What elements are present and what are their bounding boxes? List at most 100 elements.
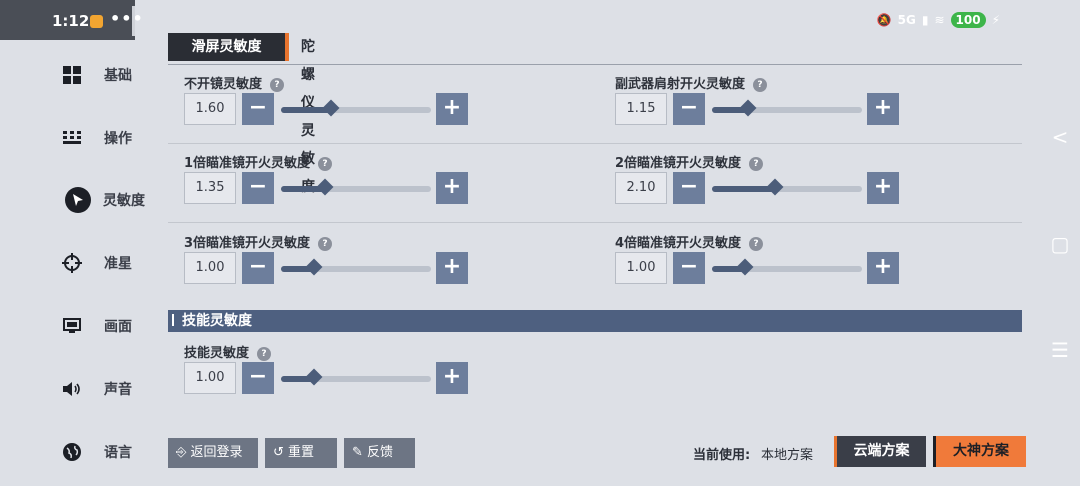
grid-icon — [60, 63, 84, 87]
value-box[interactable]: 1.00 — [615, 252, 667, 284]
increase-button[interactable]: + — [867, 93, 899, 125]
pencil-icon: ✎ — [352, 445, 363, 460]
current-scheme-value: 本地方案 — [761, 448, 814, 463]
increase-button[interactable]: + — [867, 172, 899, 204]
home-nav-icon[interactable]: ▢ — [1040, 232, 1080, 256]
increase-button[interactable]: + — [436, 172, 468, 204]
setting-label: 不开镜灵敏度 — [184, 77, 263, 92]
decrease-button[interactable]: − — [242, 93, 274, 125]
charging-icon: ⚡ — [991, 13, 1000, 27]
button-label: 反馈 — [367, 445, 394, 460]
tab-swipe-sensitivity[interactable]: 滑屏灵敏度 — [168, 33, 289, 61]
sidebar-item-display[interactable]: 画面 — [60, 306, 132, 346]
setting-2x-scope: 2倍瞄准镜开火灵敏度? 2.10 − + — [599, 152, 919, 212]
sidebar-item-basic[interactable]: 基础 — [60, 55, 132, 95]
sidebar-item-label: 操作 — [104, 131, 132, 147]
signal-icon: ▮ — [921, 13, 929, 27]
value-box[interactable]: 1.00 — [184, 362, 236, 394]
decrease-button[interactable]: − — [242, 172, 274, 204]
sidebar-item-sound[interactable]: 声音 — [60, 369, 132, 409]
sidebar-item-label: 画面 — [104, 319, 132, 335]
tab-gyro-sensitivity[interactable]: 陀螺仪灵敏度 — [301, 33, 315, 195]
slider-handle[interactable] — [305, 258, 323, 276]
button-label: 重置 — [288, 445, 315, 460]
setting-3x-scope: 3倍瞄准镜开火灵敏度? 1.00 − + — [168, 232, 488, 292]
sidebar-item-label: 灵敏度 — [103, 193, 145, 209]
slider-track[interactable] — [281, 178, 431, 196]
more-dots-icon: ••• — [110, 9, 144, 28]
help-icon[interactable]: ? — [257, 347, 272, 361]
decrease-button[interactable]: − — [673, 172, 705, 204]
increase-button[interactable]: + — [436, 252, 468, 284]
back-to-login-button[interactable]: ⎆ 返回登录 — [168, 438, 258, 468]
current-scheme-label: 当前使用: — [693, 448, 751, 463]
logout-icon: ⎆ — [176, 445, 187, 460]
increase-button[interactable]: + — [867, 252, 899, 284]
value-box[interactable]: 1.60 — [184, 93, 236, 125]
feedback-button[interactable]: ✎ 反馈 — [344, 438, 415, 468]
slider-track[interactable] — [712, 178, 862, 196]
sidebar-item-label: 基础 — [104, 68, 132, 84]
setting-4x-scope: 4倍瞄准镜开火灵敏度? 1.00 − + — [599, 232, 919, 292]
back-nav-icon[interactable]: < — [1040, 125, 1080, 149]
setting-label: 1倍瞄准镜开火灵敏度 — [184, 156, 311, 171]
cloud-scheme-button[interactable]: 云端方案 — [834, 436, 926, 467]
slider-track[interactable] — [712, 99, 862, 117]
app-notification-icon — [90, 15, 103, 28]
slider-handle[interactable] — [736, 258, 754, 276]
sidebar-item-label: 准星 — [104, 256, 132, 272]
slider-track[interactable] — [281, 99, 431, 117]
help-icon[interactable]: ? — [318, 237, 333, 251]
help-icon[interactable]: ? — [270, 78, 285, 92]
status-edge — [132, 6, 135, 36]
slider-handle[interactable] — [305, 368, 323, 386]
row-divider — [168, 222, 1022, 223]
row-divider — [168, 143, 1022, 144]
globe-icon — [60, 440, 84, 464]
tab-divider — [168, 64, 1022, 65]
setting-label: 2倍瞄准镜开火灵敏度 — [615, 156, 742, 171]
setting-label: 技能灵敏度 — [184, 346, 250, 361]
help-icon[interactable]: ? — [318, 157, 333, 171]
sidebar-item-controls[interactable]: 操作 — [60, 118, 132, 158]
wifi-icon: ≋ — [934, 13, 945, 27]
help-icon[interactable]: ? — [753, 78, 768, 92]
sidebar-item-label: 声音 — [104, 382, 132, 398]
setting-label: 3倍瞄准镜开火灵敏度 — [184, 236, 311, 251]
setting-label: 4倍瞄准镜开火灵敏度 — [615, 236, 742, 251]
decrease-button[interactable]: − — [673, 93, 705, 125]
increase-button[interactable]: + — [436, 93, 468, 125]
status-bar-right: 🔕 5G ▮ ≋ 100 ⚡ — [877, 12, 1000, 28]
button-label: 返回登录 — [190, 445, 243, 460]
decrease-button[interactable]: − — [242, 362, 274, 394]
value-box[interactable]: 1.15 — [615, 93, 667, 125]
slider-track[interactable] — [712, 258, 862, 276]
value-box[interactable]: 1.35 — [184, 172, 236, 204]
value-box[interactable]: 2.10 — [615, 172, 667, 204]
setting-1x-scope: 1倍瞄准镜开火灵敏度? 1.35 − + — [168, 152, 488, 212]
reset-button[interactable]: ↺ 重置 — [265, 438, 337, 468]
recents-nav-icon[interactable]: ☰ — [1040, 338, 1080, 362]
increase-button[interactable]: + — [436, 362, 468, 394]
section-title: 技能灵敏度 — [182, 313, 252, 329]
pro-scheme-button[interactable]: 大神方案 — [933, 436, 1026, 467]
decrease-button[interactable]: − — [242, 252, 274, 284]
decrease-button[interactable]: − — [673, 252, 705, 284]
sidebar-item-crosshair[interactable]: 准星 — [60, 243, 132, 283]
slider-track[interactable] — [281, 258, 431, 276]
slider-handle[interactable] — [766, 178, 784, 196]
slider-handle[interactable] — [739, 99, 757, 117]
crosshair-icon — [60, 251, 84, 275]
help-icon[interactable]: ? — [749, 157, 764, 171]
skill-section-header: 技能灵敏度 — [168, 310, 1022, 332]
slider-handle[interactable] — [322, 99, 339, 117]
value-box[interactable]: 1.00 — [184, 252, 236, 284]
speaker-icon — [60, 377, 84, 401]
sidebar-item-language[interactable]: 语言 — [60, 432, 132, 472]
cursor-icon — [65, 187, 91, 213]
slider-handle[interactable] — [316, 178, 333, 196]
help-icon[interactable]: ? — [749, 237, 764, 251]
slider-track[interactable] — [281, 368, 431, 386]
sidebar-item-sensitivity[interactable]: 灵敏度 — [60, 180, 145, 220]
battery-indicator: 100 — [950, 12, 986, 28]
